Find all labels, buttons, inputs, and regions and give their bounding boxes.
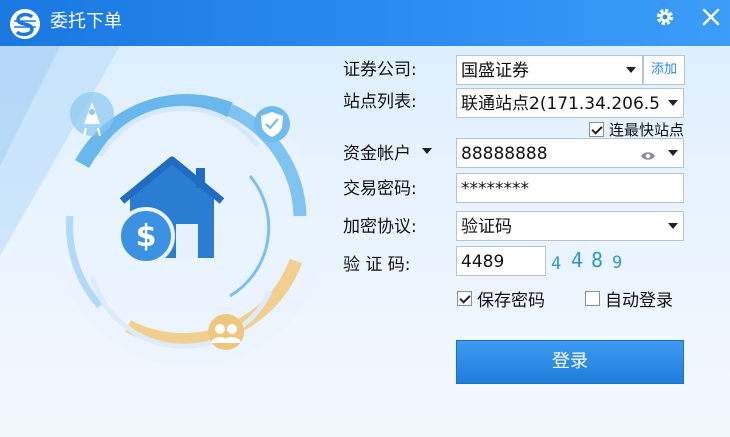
broker-label: 证券公司:: [343, 60, 417, 80]
captcha-char: 9: [612, 253, 623, 273]
chevron-down-icon[interactable]: [668, 100, 678, 106]
checkbox-box[interactable]: [589, 122, 604, 137]
app-logo-icon: [8, 7, 42, 41]
password-field[interactable]: ********: [456, 173, 684, 203]
captcha-char: 4: [551, 254, 562, 274]
broker-select-value: 国盛证券: [461, 61, 529, 81]
account-field[interactable]: 88888888: [456, 138, 684, 168]
captcha-image[interactable]: 4 4 8 9: [549, 247, 645, 277]
captcha-char: 8: [591, 248, 604, 272]
site-label: 站点列表:: [343, 92, 417, 112]
encryption-select[interactable]: 验证码: [456, 211, 684, 241]
broker-select[interactable]: 国盛证券: [456, 55, 643, 85]
save-password-label: 保存密码: [477, 291, 545, 311]
fastest-site-checkbox[interactable]: 连最快站点: [589, 119, 684, 140]
encryption-label: 加密协议:: [343, 217, 417, 237]
title-bar: 委托下单: [0, 0, 730, 46]
login-button[interactable]: 登录: [456, 340, 684, 384]
window-title: 委托下单: [50, 11, 122, 32]
eye-icon[interactable]: [640, 147, 656, 160]
site-select[interactable]: 联通站点2(171.34.206.5: [456, 88, 684, 118]
site-select-value: 联通站点2(171.34.206.5: [461, 94, 661, 114]
gear-icon[interactable]: [654, 6, 676, 28]
captcha-label: 验 证 码:: [343, 255, 411, 275]
add-broker-button[interactable]: 添加: [643, 55, 685, 85]
save-password-checkbox[interactable]: 保存密码: [457, 286, 545, 311]
password-value: ********: [461, 179, 529, 199]
encryption-select-value: 验证码: [461, 217, 512, 237]
captcha-input[interactable]: 4489: [456, 246, 546, 276]
auto-login-checkbox[interactable]: 自动登录: [585, 286, 673, 311]
account-label: 资金帐户: [343, 144, 411, 164]
close-icon[interactable]: [700, 6, 722, 28]
password-label: 交易密码:: [343, 179, 417, 199]
account-type-dropdown-icon[interactable]: [422, 148, 432, 154]
chevron-down-icon[interactable]: [626, 67, 636, 73]
auto-login-label: 自动登录: [605, 291, 673, 311]
account-value: 88888888: [461, 144, 548, 164]
captcha-char: 4: [571, 248, 584, 272]
chevron-down-icon[interactable]: [668, 150, 678, 156]
fastest-site-label: 连最快站点: [609, 121, 685, 139]
login-window: 委托下单 $ 证券公司: 国盛证券 添加 站点列表: 联通站点2(171.34.…: [0, 0, 730, 437]
svg-text:$: $: [136, 219, 157, 254]
checkbox-box[interactable]: [585, 291, 600, 306]
finance-illustration: $: [0, 46, 330, 437]
captcha-input-value: 4489: [461, 252, 505, 272]
checkbox-box[interactable]: [457, 291, 472, 306]
chevron-down-icon[interactable]: [668, 223, 678, 229]
